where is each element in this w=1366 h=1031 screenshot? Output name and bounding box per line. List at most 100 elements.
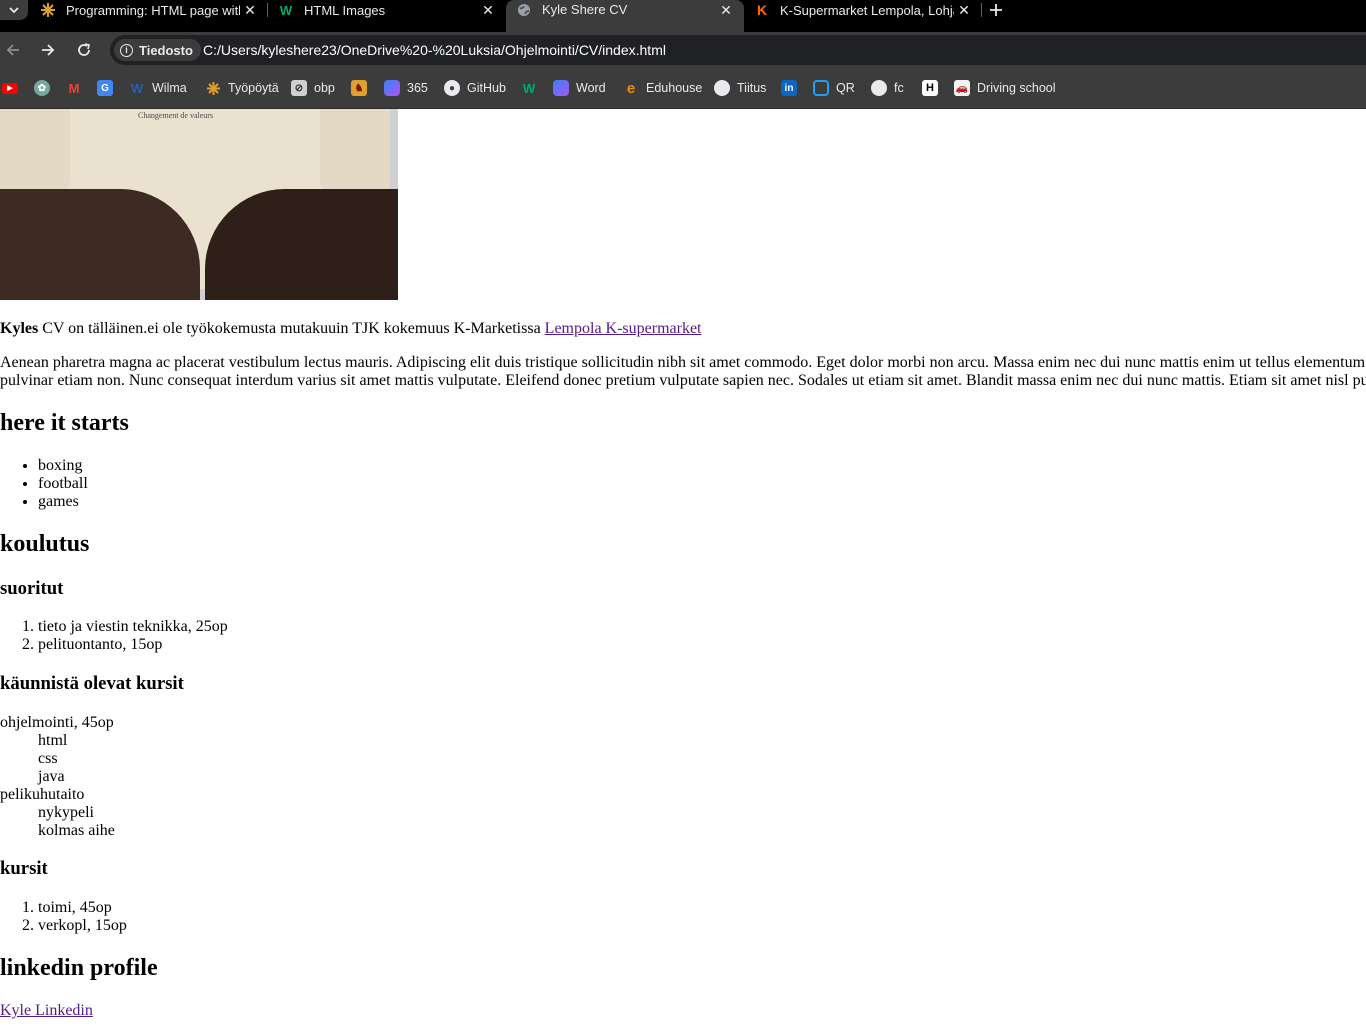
course-item: java xyxy=(38,768,65,785)
bookmark-word[interactable]: Word xyxy=(553,79,606,97)
address-bar[interactable]: i Tiedosto C:/Users/kyleshere23/OneDrive… xyxy=(110,35,1366,65)
sunburst-icon xyxy=(205,80,221,96)
heading-kaynnista: käunnistä olevat kursit xyxy=(0,673,184,694)
tab-title: HTML Images xyxy=(304,2,386,18)
heading-linkedin: linkedin profile xyxy=(0,955,158,981)
list-item: pelituontanto, 15op xyxy=(38,636,228,654)
kursit-list: toimi, 45op verkopl, 15op xyxy=(0,899,127,935)
tab-title: Kyle Shere CV xyxy=(542,2,628,17)
chevron-down-icon xyxy=(9,7,19,13)
plus-icon xyxy=(990,4,1002,16)
tab-title: Programming: HTML page with xyxy=(66,2,240,18)
list-item: football xyxy=(38,475,88,493)
page-content: Changement de valeurs Kyles CV on tälläi… xyxy=(0,109,1366,1031)
bookmark-linkedin[interactable]: in xyxy=(781,79,804,97)
chatgpt-icon: ✿ xyxy=(34,80,50,96)
bookmark-driving-school[interactable]: 🚗 Driving school xyxy=(954,79,1056,97)
obp-icon: ⊘ xyxy=(291,80,307,96)
close-icon[interactable]: ✕ xyxy=(954,2,974,19)
bookmark-h[interactable]: H xyxy=(922,79,945,97)
heading-suoritut: suoritut xyxy=(0,578,64,599)
tab-k-supermarket[interactable]: K K-Supermarket Lempola, Lohja ✕ xyxy=(744,0,982,20)
h-logo-icon: H xyxy=(922,80,938,96)
bookmark-label: fc xyxy=(894,81,904,95)
bookmark-youtube[interactable]: ▶ xyxy=(2,79,25,97)
heading-here-it-starts: here it starts xyxy=(0,410,129,436)
bookmark-tyopoyta[interactable]: Työpöytä xyxy=(205,79,279,97)
k-logo-icon: K xyxy=(756,2,768,18)
back-button[interactable] xyxy=(3,40,23,60)
intro-text: CV on tälläinen.ei ole työkokemusta muta… xyxy=(38,320,545,337)
site-info-chip[interactable]: i Tiedosto xyxy=(114,39,201,61)
arrow-left-icon xyxy=(6,44,19,56)
sunburst-icon xyxy=(40,2,56,18)
heading-koulutus: koulutus xyxy=(0,531,90,557)
bookmark-translate[interactable]: G xyxy=(97,79,120,97)
driving-icon: 🚗 xyxy=(954,80,970,96)
list-item: verkopl, 15op xyxy=(38,917,127,935)
lorem-line-1: Aenean pharetra magna ac placerat vestib… xyxy=(0,354,1366,371)
forward-button[interactable] xyxy=(38,40,58,60)
intro-bold-name: Kyles xyxy=(0,320,39,337)
bookmark-github[interactable]: ● GitHub xyxy=(444,79,506,97)
bookmark-label: QR xyxy=(836,81,855,95)
lorem-paragraph: Aenean pharetra magna ac placerat vestib… xyxy=(0,354,1366,390)
youtube-icon: ▶ xyxy=(2,82,18,94)
url-text[interactable]: C:/Users/kyleshere23/OneDrive%20-%20Luks… xyxy=(203,42,666,58)
course-item: html xyxy=(38,732,68,749)
bookmark-fc[interactable]: fc xyxy=(871,79,904,97)
bookmark-label: Word xyxy=(576,81,606,95)
bookmark-wilma[interactable]: W Wilma xyxy=(129,79,187,97)
linkedin-icon: in xyxy=(781,80,797,96)
bookmark-chatgpt[interactable]: ✿ xyxy=(34,79,57,97)
bookmark-obp[interactable]: ⊘ obp xyxy=(291,79,335,97)
browser-toolbar: i Tiedosto C:/Users/kyleshere23/OneDrive… xyxy=(0,32,1366,68)
close-icon[interactable]: ✕ xyxy=(716,2,736,19)
globe-icon xyxy=(516,2,532,18)
intro-paragraph: Kyles CV on tälläinen.ei ole työkokemust… xyxy=(0,320,702,338)
list-item: toimi, 45op xyxy=(38,899,127,917)
bookmark-gmail[interactable]: M xyxy=(66,79,89,97)
course-item: kolmas aihe xyxy=(38,822,115,839)
course-item: nykypeli xyxy=(38,804,94,821)
globe-icon xyxy=(871,80,887,96)
copilot-icon xyxy=(553,80,569,96)
copilot-icon xyxy=(384,80,400,96)
arrow-right-icon xyxy=(42,44,55,56)
bookmark-365[interactable]: 365 xyxy=(384,79,428,97)
tab-search-button[interactable] xyxy=(0,0,28,20)
new-tab-button[interactable] xyxy=(986,0,1006,20)
bookmark-eduhouse[interactable]: e Eduhouse xyxy=(623,79,702,97)
reload-icon xyxy=(78,43,90,56)
bookmark-label: Wilma xyxy=(152,81,187,95)
bookmark-w3schools[interactable]: W xyxy=(521,79,544,97)
lempola-link[interactable]: Lempola K-supermarket xyxy=(545,320,702,337)
linkedin-link[interactable]: Kyle Linkedin xyxy=(0,1002,93,1019)
qr-icon xyxy=(813,80,829,96)
ongoing-courses-list: ohjelmointi, 45op html css java pelikuhu… xyxy=(0,714,115,840)
tab-title: K-Supermarket Lempola, Lohja xyxy=(780,2,954,18)
list-item: games xyxy=(38,493,88,511)
bookmark-label: Eduhouse xyxy=(646,81,703,95)
reload-button[interactable] xyxy=(74,40,94,60)
bookmark-qr[interactable]: QR xyxy=(813,79,855,97)
close-icon[interactable]: ✕ xyxy=(478,2,498,19)
tab-kyle-shere-cv[interactable]: Kyle Shere CV ✕ xyxy=(506,0,744,32)
tab-html-images[interactable]: W HTML Images ✕ xyxy=(268,0,506,20)
bookmark-label: 365 xyxy=(407,81,428,95)
bookmark-tiitus[interactable]: Tiitus xyxy=(714,79,766,97)
course-term: pelikuhutaito xyxy=(0,786,85,803)
bookmark-label: GitHub xyxy=(467,81,506,95)
heading-kursit: kursit xyxy=(0,858,48,879)
bookmark-label: Tiitus xyxy=(737,81,767,95)
close-icon[interactable]: ✕ xyxy=(240,2,260,19)
suoritut-list: tieto ja viestin teknikka, 25op pelituon… xyxy=(0,618,228,654)
course-term: ohjelmointi, 45op xyxy=(0,714,114,731)
translate-icon: G xyxy=(97,80,113,96)
bookmark-label: Driving school xyxy=(977,81,1056,95)
tab-programming[interactable]: Programming: HTML page with ✕ xyxy=(30,0,268,20)
globe-icon xyxy=(714,80,730,96)
shirt-print-text: Changement de valeurs xyxy=(138,111,214,120)
bookmark-game[interactable]: ♞ xyxy=(351,79,374,97)
gmail-icon: M xyxy=(68,80,80,96)
